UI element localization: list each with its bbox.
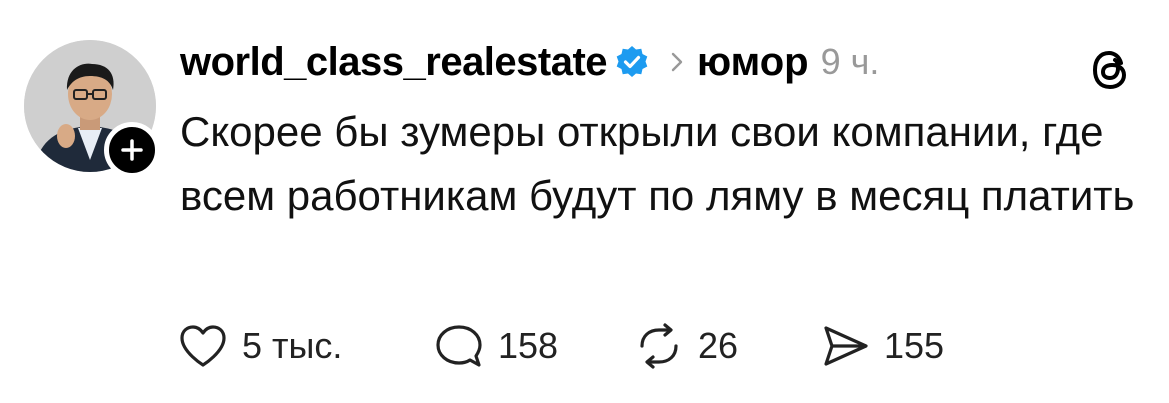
comment-button[interactable]: 158	[434, 318, 634, 374]
share-button[interactable]: 155	[820, 318, 944, 374]
username-link[interactable]: world_class_realestate	[180, 40, 608, 85]
post-text: Скорее бы зумеры открыли свои компании, …	[180, 108, 1135, 219]
repost-button[interactable]: 26	[634, 318, 820, 374]
threads-post: world_class_realestate юмор 9 ч. Скорее …	[0, 0, 1169, 403]
follow-button[interactable]	[104, 122, 160, 178]
repost-icon	[640, 323, 678, 369]
chevron-right-icon	[667, 48, 687, 76]
share-count: 155	[884, 325, 945, 366]
heart-icon	[180, 325, 226, 367]
like-button[interactable]: 5 тыс.	[178, 318, 434, 374]
post-header: world_class_realestate юмор 9 ч.	[180, 32, 879, 92]
post-timestamp: 9 ч.	[820, 41, 880, 82]
action-bar: 5 тыс. 158 26 155	[178, 318, 944, 374]
comment-count: 158	[498, 325, 559, 366]
speech-bubble-icon	[436, 325, 482, 367]
avatar-container[interactable]	[24, 40, 160, 178]
threads-logo-icon	[1088, 48, 1132, 92]
send-icon	[824, 326, 868, 366]
topic-tag[interactable]: юмор	[697, 40, 809, 85]
repost-count: 26	[698, 325, 739, 366]
plus-icon	[121, 139, 143, 161]
like-count: 5 тыс.	[242, 325, 343, 366]
verified-badge-icon	[615, 45, 649, 79]
